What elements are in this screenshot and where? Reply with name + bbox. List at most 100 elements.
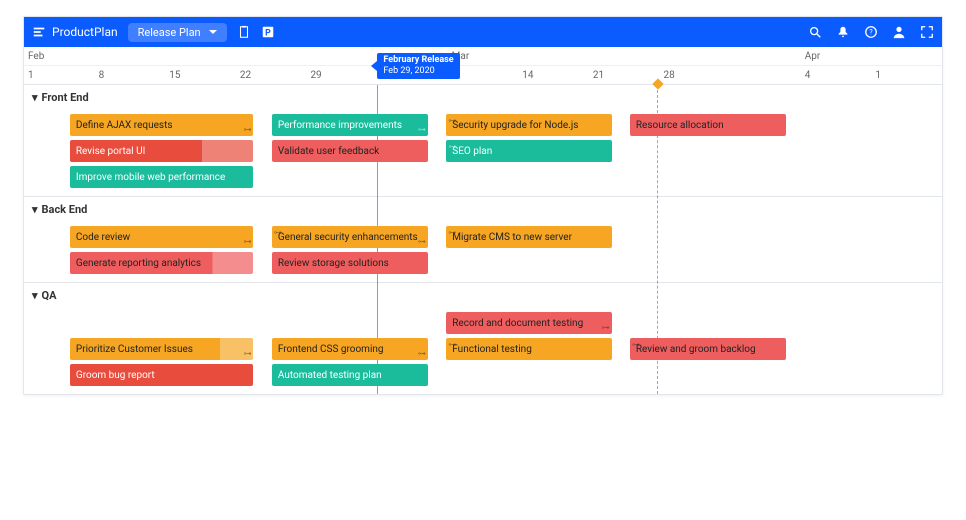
help-icon[interactable]: ? xyxy=(864,25,878,39)
timeline-months: FebMarApr xyxy=(24,47,942,66)
lane-title: QA xyxy=(42,289,57,302)
lane-header[interactable]: ▾ Front End xyxy=(24,85,942,110)
task-bar[interactable]: Define AJAX requests⊶ xyxy=(70,114,254,136)
parking-icon[interactable]: P xyxy=(261,25,275,39)
expand-icon[interactable] xyxy=(920,25,934,39)
milestone-date: Feb 29, 2020 xyxy=(383,66,453,77)
day-tick: 21 xyxy=(589,66,660,85)
task-bar[interactable]: SEO plan⊶ xyxy=(446,140,611,162)
timeline-row: Generate reporting analytics Review stora… xyxy=(24,250,942,276)
timeline-row: Record and document testing⊶ xyxy=(24,310,942,336)
plan-name: Release Plan xyxy=(138,26,201,39)
link-icon: ⊶ xyxy=(448,116,456,125)
lane-header[interactable]: ▾ Back End xyxy=(24,197,942,222)
lane-title: Front End xyxy=(42,91,89,104)
link-icon: ⊶ xyxy=(418,125,426,134)
timeline-days: 18152229714212841 xyxy=(24,66,942,85)
link-icon: ⊶ xyxy=(448,142,456,151)
link-icon: ⊶ xyxy=(632,340,640,349)
day-tick xyxy=(730,66,801,85)
milestone-title: February Release xyxy=(383,55,453,66)
link-icon: ⊶ xyxy=(418,349,426,358)
month-tick xyxy=(730,47,801,65)
chevron-down-icon: ▾ xyxy=(32,203,38,216)
user-icon[interactable] xyxy=(892,25,906,39)
month-tick xyxy=(236,47,307,65)
timeline-row: Improve mobile web performance xyxy=(24,164,942,190)
clipboard-icon[interactable] xyxy=(237,25,251,39)
timeline-header: FebMarApr 18152229714212841 February Rel… xyxy=(24,47,942,85)
task-bar[interactable]: Prioritize Customer Issues⊶ xyxy=(70,338,254,360)
task-bar[interactable]: Record and document testing⊶ xyxy=(446,312,611,334)
top-bar: ProductPlan Release Plan P ? xyxy=(24,17,942,47)
task-bar[interactable]: Security upgrade for Node.js⊶ xyxy=(446,114,611,136)
topbar-actions: ? xyxy=(808,25,934,39)
task-bar[interactable]: Validate user feedback xyxy=(272,140,428,162)
task-bar[interactable]: General security enhancements⊶⊶ xyxy=(272,226,428,248)
plan-selector[interactable]: Release Plan xyxy=(128,23,227,42)
link-icon: ⊶ xyxy=(418,237,426,246)
task-bar[interactable]: Improve mobile web performance xyxy=(70,166,254,188)
day-tick: 8 xyxy=(95,66,166,85)
task-bar[interactable]: Functional testing⊶ xyxy=(446,338,611,360)
timeline-row: Define AJAX requests⊶ Performance improve… xyxy=(24,112,942,138)
task-bar[interactable]: Review and groom backlog⊶ xyxy=(630,338,786,360)
link-icon: ⊶ xyxy=(448,228,456,237)
month-tick: Apr xyxy=(801,47,872,65)
timeline-row: Revise portal UI Validate user feedback SE… xyxy=(24,138,942,164)
task-bar[interactable]: Migrate CMS to new server⊶ xyxy=(446,226,611,248)
day-tick: 1 xyxy=(24,66,95,85)
link-icon: ⊶ xyxy=(243,237,251,246)
month-tick xyxy=(871,47,942,65)
month-tick: Feb xyxy=(24,47,95,65)
brand-icon xyxy=(32,25,46,39)
bell-icon[interactable] xyxy=(836,25,850,39)
task-bar[interactable]: Review storage solutions xyxy=(272,252,428,274)
day-tick: 4 xyxy=(801,66,872,85)
brand-logo[interactable]: ProductPlan xyxy=(32,25,118,39)
task-bar[interactable]: Resource allocation xyxy=(630,114,786,136)
task-bar[interactable]: Automated testing plan xyxy=(272,364,428,386)
day-tick: 15 xyxy=(165,66,236,85)
month-tick xyxy=(518,47,589,65)
link-icon: ⊶ xyxy=(602,323,610,332)
app-window: ProductPlan Release Plan P ? xyxy=(23,16,943,395)
task-bar[interactable]: Groom bug report xyxy=(70,364,254,386)
day-tick: 14 xyxy=(518,66,589,85)
task-bar[interactable]: Performance improvements⊶ xyxy=(272,114,428,136)
search-icon[interactable] xyxy=(808,25,822,39)
timeline-row: Groom bug report Automated testing plan xyxy=(24,362,942,388)
chevron-down-icon: ▾ xyxy=(32,91,38,104)
svg-text:P: P xyxy=(265,29,271,39)
timeline-row: Code review⊶General security enhancement… xyxy=(24,224,942,250)
chevron-down-icon xyxy=(209,30,217,34)
link-icon: ⊶ xyxy=(448,340,456,349)
lane-title: Back End xyxy=(42,203,88,216)
day-tick: 22 xyxy=(236,66,307,85)
lane-body: Record and document testing⊶Prioritize C… xyxy=(24,308,942,394)
task-bar[interactable]: Code review⊶ xyxy=(70,226,254,248)
month-tick xyxy=(95,47,166,65)
month-tick xyxy=(306,47,377,65)
link-icon: ⊶ xyxy=(243,125,251,134)
lane-header[interactable]: ▾ QA xyxy=(24,283,942,308)
task-bar[interactable]: Revise portal UI xyxy=(70,140,254,162)
timeline-row: Prioritize Customer Issues⊶ Frontend CSS … xyxy=(24,336,942,362)
month-tick xyxy=(659,47,730,65)
lane-body: Code review⊶General security enhancement… xyxy=(24,222,942,282)
day-tick: 29 xyxy=(306,66,377,85)
chevron-down-icon: ▾ xyxy=(32,289,38,302)
brand-name: ProductPlan xyxy=(52,25,118,39)
task-bar[interactable]: Generate reporting analytics xyxy=(70,252,254,274)
task-bar[interactable]: Frontend CSS grooming⊶ xyxy=(272,338,428,360)
link-icon: ⊶ xyxy=(243,349,251,358)
link-icon: ⊶ xyxy=(274,228,282,237)
month-tick xyxy=(165,47,236,65)
svg-text:?: ? xyxy=(869,29,873,37)
month-tick xyxy=(589,47,660,65)
lane-body: Define AJAX requests⊶ Performance improve… xyxy=(24,110,942,196)
roadmap-board: ▾ Front End Define AJAX requests⊶ Performan… xyxy=(24,85,942,394)
day-tick: 1 xyxy=(871,66,942,85)
milestone-flag[interactable]: February Release Feb 29, 2020 xyxy=(377,53,459,79)
day-tick: 28 xyxy=(659,66,730,85)
